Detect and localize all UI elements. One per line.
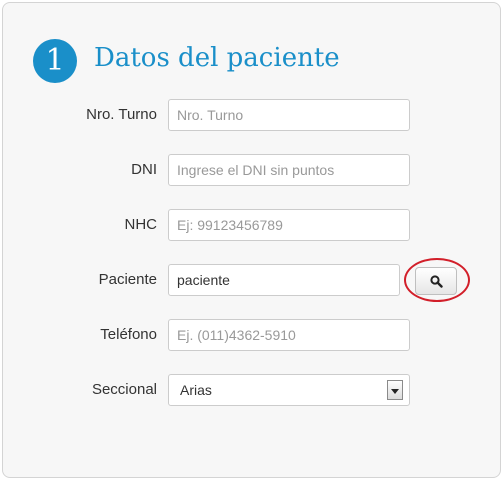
nhc-input[interactable]: [168, 209, 410, 241]
seccional-label: Seccional: [91, 381, 157, 398]
nhc-label: NHC: [124, 216, 158, 233]
turno-input[interactable]: [168, 99, 410, 131]
section-title: Datos del paciente: [94, 43, 340, 73]
paciente-label: Paciente: [98, 271, 157, 288]
nhc-row: NHC: [0, 208, 503, 242]
dni-label: DNI: [131, 161, 157, 178]
telefono-input[interactable]: [168, 319, 410, 351]
patient-search-button[interactable]: [415, 267, 457, 295]
dni-input[interactable]: [168, 154, 410, 186]
turno-row: Nro. Turno: [0, 98, 503, 132]
seccional-select[interactable]: Arias: [168, 374, 410, 406]
step-number-badge: 1: [33, 39, 77, 83]
paciente-row: Paciente: [0, 263, 503, 297]
telefono-label: Teléfono: [100, 326, 157, 343]
dni-row: DNI: [0, 153, 503, 187]
seccional-selected-value: Arias: [180, 382, 212, 398]
telefono-row: Teléfono: [0, 318, 503, 352]
search-icon: [430, 275, 443, 288]
chevron-down-icon[interactable]: [387, 380, 403, 400]
paciente-input[interactable]: [168, 264, 400, 296]
seccional-row: Seccional Arias: [0, 373, 503, 407]
turno-label: Nro. Turno: [86, 106, 157, 123]
